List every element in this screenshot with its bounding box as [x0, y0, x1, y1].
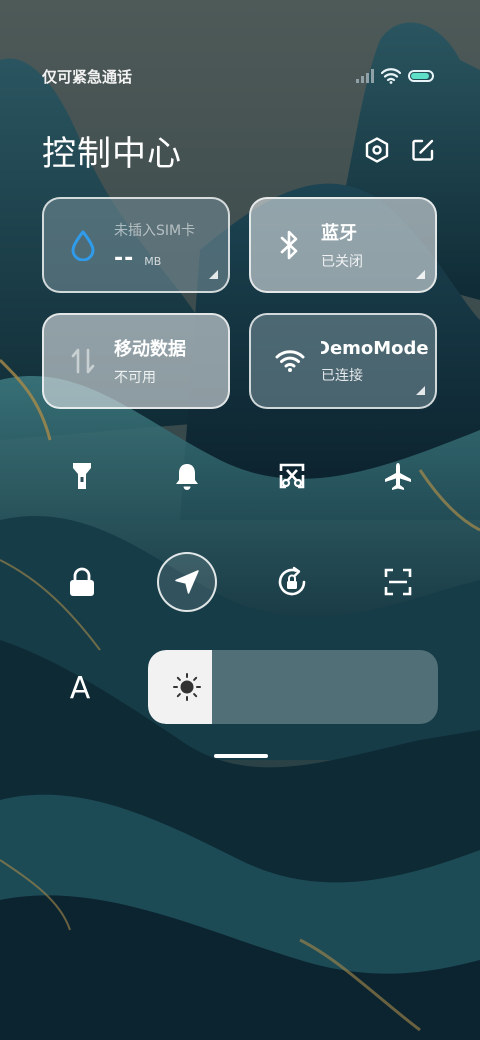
bluetooth-tile-title: 蓝牙 — [321, 223, 357, 244]
bell-icon[interactable] — [157, 446, 217, 506]
sim-data-value: -- — [114, 245, 135, 271]
expand-corner-icon — [416, 386, 425, 395]
sim-tile-text: 未插入SIM卡 -- MB — [114, 220, 195, 271]
wifi-icon — [273, 344, 307, 378]
flashlight-icon[interactable] — [52, 446, 112, 506]
screenshot-icon[interactable] — [262, 446, 322, 506]
page-title: 控制中心 — [42, 133, 182, 174]
location-icon[interactable] — [157, 552, 217, 612]
battery-icon — [408, 70, 434, 82]
brightness-slider[interactable] — [148, 650, 438, 724]
settings-hexagon-icon[interactable] — [364, 137, 390, 163]
wifi-tile-status: 已连接 — [321, 367, 363, 384]
bluetooth-icon — [273, 228, 307, 262]
scan-icon[interactable] — [368, 552, 428, 612]
status-icons — [356, 68, 434, 84]
mobile-data-tile-title: 移动数据 — [114, 339, 186, 360]
expand-corner-icon — [416, 270, 425, 279]
sim-tile-title: 未插入SIM卡 — [114, 222, 196, 239]
status-bar: 仅可紧急通话 — [42, 64, 434, 88]
expand-corner-icon — [209, 270, 218, 279]
font-size-button[interactable]: A — [60, 666, 100, 710]
wifi-tile[interactable]: DemoMode 已连接 — [249, 313, 437, 409]
signal-icon — [356, 69, 374, 83]
mobile-data-tile-text: 移动数据 不可用 — [114, 335, 186, 387]
edit-icon[interactable] — [410, 137, 436, 163]
sun-icon — [173, 673, 201, 701]
bluetooth-tile-text: 蓝牙 已关闭 — [321, 219, 363, 271]
water-drop-icon — [66, 228, 100, 262]
mobile-data-tile-status: 不可用 — [114, 370, 156, 386]
header: 控制中心 — [42, 128, 436, 174]
sim-data-usage-tile[interactable]: 未插入SIM卡 -- MB — [42, 197, 230, 293]
battery-level — [411, 73, 429, 79]
lock-icon[interactable] — [52, 552, 112, 612]
carrier-status: 仅可紧急通话 — [42, 67, 133, 86]
wifi-tile-text: DemoMode 已连接 — [321, 338, 433, 385]
sim-data-unit: MB — [144, 254, 162, 268]
wifi-tile-title: DemoMode — [321, 337, 429, 359]
bluetooth-tile[interactable]: 蓝牙 已关闭 — [249, 197, 437, 293]
wifi-status-icon — [381, 68, 401, 84]
rotation-lock-icon[interactable] — [262, 552, 322, 612]
data-arrows-icon — [66, 344, 100, 378]
header-actions — [364, 137, 436, 163]
home-indicator[interactable] — [214, 754, 268, 758]
sim-data-readout: -- MB — [114, 246, 195, 271]
mobile-data-tile[interactable]: 移动数据 不可用 — [42, 313, 230, 409]
airplane-icon[interactable] — [368, 446, 428, 506]
bluetooth-tile-status: 已关闭 — [321, 254, 363, 270]
